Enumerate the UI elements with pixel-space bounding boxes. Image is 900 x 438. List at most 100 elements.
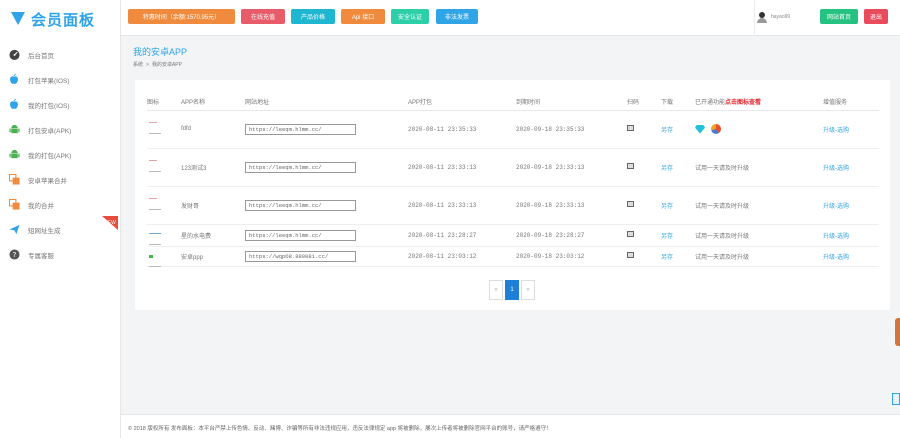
expire-time: 2020-09-18 23:33:13 bbox=[516, 186, 627, 225]
sidebar-item-my-merge[interactable]: 我的合并 bbox=[0, 192, 120, 217]
app-table: 图标 APP名称 网站地址 APP打包 到期时间 扫码 下载 已开通功能点击图标… bbox=[147, 94, 879, 267]
app-icon-cell bbox=[147, 246, 181, 267]
qr-code-icon[interactable] bbox=[627, 231, 634, 237]
recharge-button[interactable]: 在线充值 bbox=[241, 9, 285, 24]
browser-icon[interactable] bbox=[711, 124, 721, 134]
app-thumbnail bbox=[147, 156, 161, 178]
new-badge: NEW bbox=[102, 216, 118, 230]
sidebar-item-merge[interactable]: 安卓苹果合并 bbox=[0, 167, 120, 192]
column-header: APP名称 bbox=[181, 94, 245, 111]
click-icon-hint: 点击图标查看 bbox=[725, 100, 762, 107]
diamond-icon[interactable] bbox=[695, 124, 705, 134]
floating-tab[interactable] bbox=[895, 318, 900, 346]
upgrade-link[interactable]: 升级-选购 bbox=[823, 224, 879, 247]
url-field[interactable]: https://leeqm.hlmm.cc/ bbox=[245, 161, 356, 173]
sidebar-item-label: 我的打包(IOS) bbox=[28, 102, 70, 110]
qr-cell bbox=[627, 246, 661, 267]
url-cell: https://leeqm.hlmm.cc/ bbox=[245, 148, 408, 187]
app-name: fdfd bbox=[181, 110, 245, 149]
expire-time: 2020-09-18 23:35:33 bbox=[516, 110, 627, 149]
app-name: 安卓ppp bbox=[181, 246, 245, 267]
download-link[interactable]: 另存 bbox=[661, 224, 695, 247]
url-field[interactable]: https://leeqm.hlmm.cc/ bbox=[245, 229, 356, 241]
upgrade-link[interactable]: 升级-选购 bbox=[823, 110, 879, 149]
sidebar-item-pack-apk[interactable]: 打包安卓(APK) bbox=[0, 117, 120, 142]
api-button[interactable]: Api 接口 bbox=[341, 9, 385, 24]
username: hayao99 bbox=[771, 14, 791, 20]
price-button[interactable]: 产品价格 bbox=[291, 9, 335, 24]
sidebar-item-dashboard[interactable]: 后台首页 bbox=[0, 42, 120, 67]
download-link[interactable]: 另存 bbox=[661, 186, 695, 225]
qr-cell bbox=[627, 148, 661, 187]
sidebar-item-label: 我的合并 bbox=[28, 202, 54, 210]
logout-button[interactable]: 退出 bbox=[864, 9, 888, 24]
app-icon-cell bbox=[147, 110, 181, 149]
breadcrumb-item[interactable]: 系统 bbox=[133, 62, 143, 68]
footer: © 2018 版权所有 发布面板：本平台严禁上传色情、反动、赌博、诈骗等所有非法… bbox=[121, 414, 900, 438]
features-text: 试用一天请及时升级 bbox=[695, 224, 823, 247]
column-header: APP打包 bbox=[408, 94, 516, 111]
breadcrumb: 系统 > 我的安卓APP bbox=[133, 61, 182, 68]
column-header: 已开通功能点击图标查看 bbox=[695, 94, 823, 111]
chat-icon[interactable] bbox=[892, 393, 900, 405]
table-row: 安卓ppp https://wqpO8.880081.cc/ 2020-08-1… bbox=[147, 246, 879, 267]
url-field[interactable]: https://wqpO8.880081.cc/ bbox=[245, 250, 356, 262]
qr-code-icon[interactable] bbox=[627, 252, 634, 258]
upgrade-link[interactable]: 升级-选购 bbox=[823, 148, 879, 187]
column-header: 扫码 bbox=[627, 94, 661, 111]
sidebar-item-label: 后台首页 bbox=[28, 52, 54, 60]
sidebar-item-my-ios[interactable]: 我的打包(IOS) bbox=[0, 92, 120, 117]
breadcrumb-separator-icon: > bbox=[146, 62, 149, 68]
prev-page-button[interactable]: « bbox=[489, 280, 503, 300]
merge-icon bbox=[8, 174, 20, 186]
upgrade-link[interactable]: 升级-选购 bbox=[823, 186, 879, 225]
url-field[interactable]: https://leeqm.hlmm.cc/ bbox=[245, 199, 356, 211]
page-1-button[interactable]: 1 bbox=[505, 280, 519, 300]
android-icon bbox=[8, 149, 20, 161]
logo-text: 会员面板 bbox=[31, 11, 96, 29]
sidebar-item-short-url[interactable]: 短网址生成 NEW bbox=[0, 216, 120, 242]
plane-icon bbox=[8, 224, 20, 236]
created-time: 2020-08-11 23:33:13 bbox=[408, 186, 516, 225]
sidebar-item-support[interactable]: ? 专属客服 bbox=[0, 242, 120, 267]
qr-code-icon[interactable] bbox=[627, 125, 634, 131]
security-button[interactable]: 安全认证 bbox=[391, 9, 429, 24]
features-text: 试用一天请及时升级 bbox=[695, 246, 823, 267]
app-thumbnail bbox=[147, 229, 161, 245]
app-name: 星的水电费 bbox=[181, 224, 245, 247]
table-row: 发财哥 https://leeqm.hlmm.cc/ 2020-08-11 23… bbox=[147, 186, 879, 225]
download-link[interactable]: 另存 bbox=[661, 246, 695, 267]
user-menu[interactable]: hayao99 bbox=[757, 10, 790, 24]
balance-button[interactable]: 特惠时间（余额:1570.95元） bbox=[128, 9, 235, 24]
features-header: 已开通功能 bbox=[695, 100, 726, 107]
qr-code-icon[interactable] bbox=[627, 163, 634, 169]
app-name: 123测试3 bbox=[181, 148, 245, 187]
svg-text:?: ? bbox=[12, 250, 16, 259]
sidebar-item-pack-ios[interactable]: 打包苹果(IOS) bbox=[0, 67, 120, 92]
upgrade-link[interactable]: 升级-选购 bbox=[823, 246, 879, 267]
created-time: 2020-08-11 23:28:27 bbox=[408, 224, 516, 247]
site-home-button[interactable]: 网站首页 bbox=[820, 9, 858, 24]
qr-cell bbox=[627, 186, 661, 225]
features-text: 试用一天请及时升级 bbox=[695, 186, 823, 225]
app-thumbnail bbox=[147, 251, 161, 267]
merge-icon bbox=[8, 199, 20, 211]
sidebar-item-label: 专属客服 bbox=[28, 252, 54, 260]
sidebar-item-label: 打包安卓(APK) bbox=[28, 127, 72, 135]
invoice-button[interactable]: 非法发票 bbox=[436, 9, 478, 24]
sidebar-item-label: 我的打包(APK) bbox=[28, 152, 72, 160]
expire-time: 2020-09-18 23:33:13 bbox=[516, 148, 627, 187]
download-link[interactable]: 另存 bbox=[661, 110, 695, 149]
dashboard-icon bbox=[8, 49, 20, 61]
qr-code-icon[interactable] bbox=[627, 201, 634, 207]
avatar-icon bbox=[757, 11, 767, 23]
url-field[interactable]: https://leeqm.hlmm.cc/ bbox=[245, 123, 356, 135]
features-cell bbox=[695, 110, 823, 149]
sidebar-item-label: 打包苹果(IOS) bbox=[28, 77, 70, 85]
download-link[interactable]: 另存 bbox=[661, 148, 695, 187]
sidebar-item-my-apk[interactable]: 我的打包(APK) bbox=[0, 142, 120, 167]
sidebar-item-label: 安卓苹果合并 bbox=[28, 177, 67, 185]
next-page-button[interactable]: » bbox=[521, 280, 535, 300]
logo[interactable]: 会员面板 bbox=[0, 0, 120, 38]
url-cell: https://wqpO8.880081.cc/ bbox=[245, 246, 408, 267]
